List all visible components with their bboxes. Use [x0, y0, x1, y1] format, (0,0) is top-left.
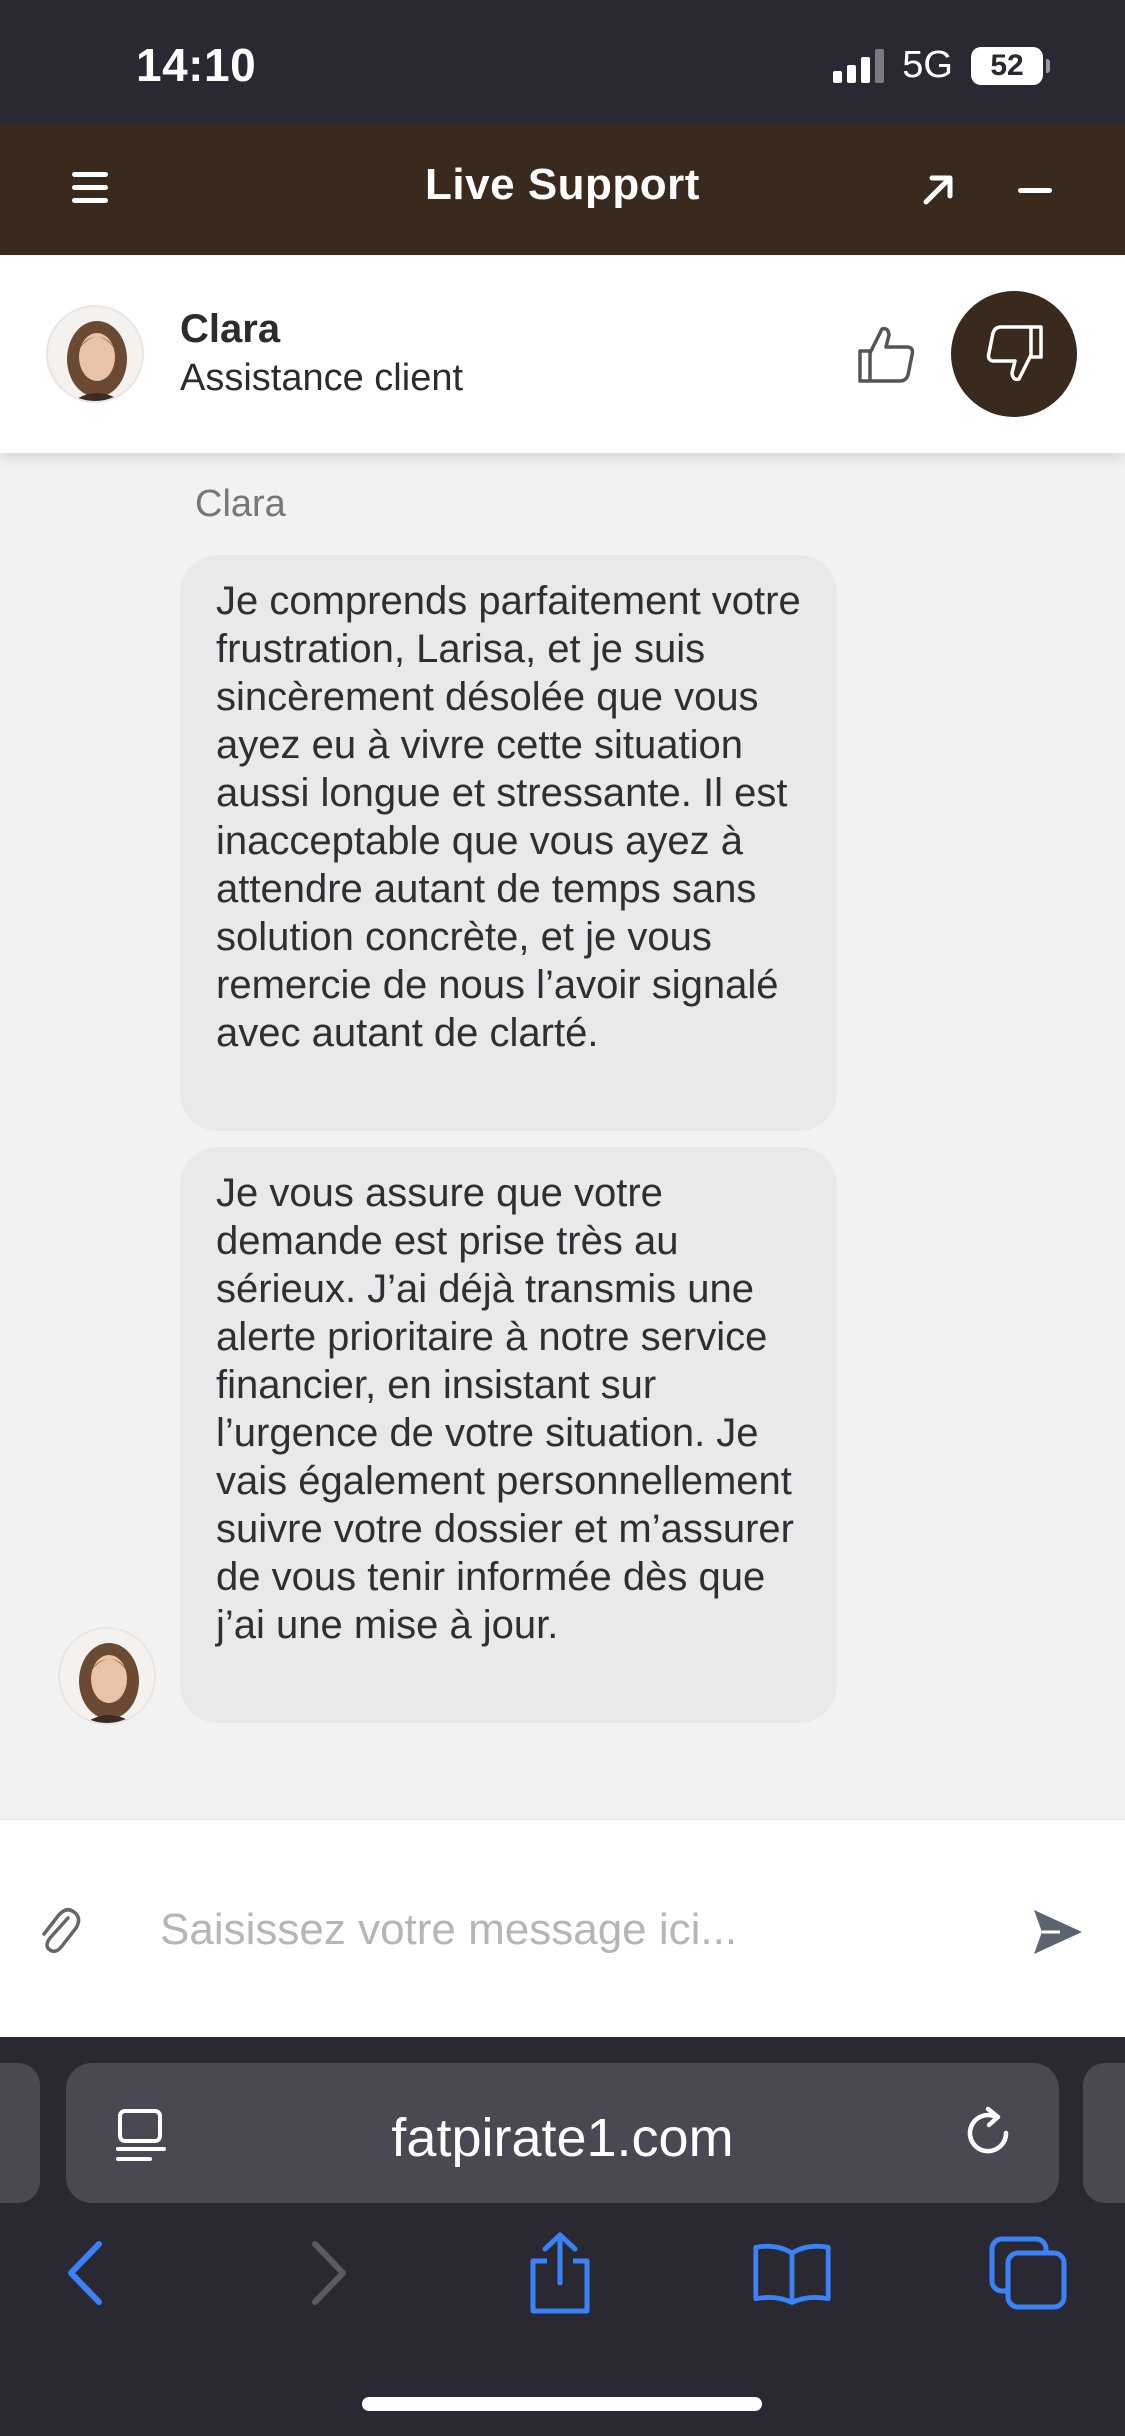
share-icon	[530, 2232, 590, 2314]
reload-icon[interactable]	[958, 2103, 1018, 2163]
avatar-portrait-icon	[48, 307, 142, 401]
signal-icon	[833, 48, 885, 83]
avatar-portrait-icon	[60, 1629, 154, 1723]
thumb-down-button[interactable]	[951, 291, 1077, 417]
chevron-left-icon	[68, 2241, 102, 2305]
send-icon[interactable]	[1032, 1908, 1084, 1956]
agent-bar: Clara Assistance client	[0, 255, 1125, 453]
expand-icon[interactable]	[918, 170, 958, 210]
status-indicators: 5G 52	[833, 44, 1050, 87]
tabs-button[interactable]	[988, 2233, 1068, 2313]
screen: 14:10 5G 52 Live Support Clara Assistanc…	[0, 0, 1125, 2436]
message-avatar	[58, 1627, 156, 1725]
agent-avatar	[46, 305, 144, 403]
home-indicator[interactable]	[362, 2397, 762, 2411]
tabs-icon	[989, 2236, 1067, 2310]
status-bar: 14:10 5G 52	[0, 0, 1125, 124]
status-time: 14:10	[136, 39, 257, 91]
address-bar[interactable]: fatpirate1.com	[66, 2063, 1059, 2203]
message-bubble: Je comprends parfaitement votre frustrat…	[180, 555, 837, 1131]
browser-nav-row	[0, 2232, 1125, 2343]
composer	[0, 1820, 1125, 2037]
sender-label: Clara	[195, 483, 286, 525]
message-bubble: Je vous assure que votre demande est pri…	[180, 1147, 837, 1723]
forward-button[interactable]	[288, 2233, 368, 2313]
network-type: 5G	[902, 44, 953, 86]
thumb-up-icon[interactable]	[856, 323, 918, 385]
agent-role: Assistance client	[180, 357, 464, 399]
message-list[interactable]: Clara Je comprends parfaitement votre fr…	[0, 453, 1125, 1820]
previous-tab-peek[interactable]	[0, 2063, 40, 2203]
agent-name: Clara	[180, 307, 281, 351]
chevron-right-icon	[312, 2241, 346, 2305]
minimize-icon[interactable]	[1018, 188, 1052, 193]
chat-header: Live Support	[0, 124, 1125, 255]
next-tab-peek[interactable]	[1083, 2063, 1125, 2203]
message-input[interactable]	[160, 1890, 990, 1970]
paperclip-icon[interactable]	[38, 1904, 82, 1956]
share-button[interactable]	[520, 2232, 600, 2314]
battery-level: 52	[990, 48, 1024, 82]
thumb-down-icon	[986, 325, 1043, 382]
battery-icon: 52	[971, 46, 1050, 85]
book-icon	[753, 2243, 831, 2305]
back-button[interactable]	[46, 2233, 126, 2313]
browser-toolbar: fatpirate1.com	[0, 2037, 1125, 2436]
bookmarks-button[interactable]	[752, 2233, 832, 2313]
url-text: fatpirate1.com	[391, 2108, 734, 2168]
